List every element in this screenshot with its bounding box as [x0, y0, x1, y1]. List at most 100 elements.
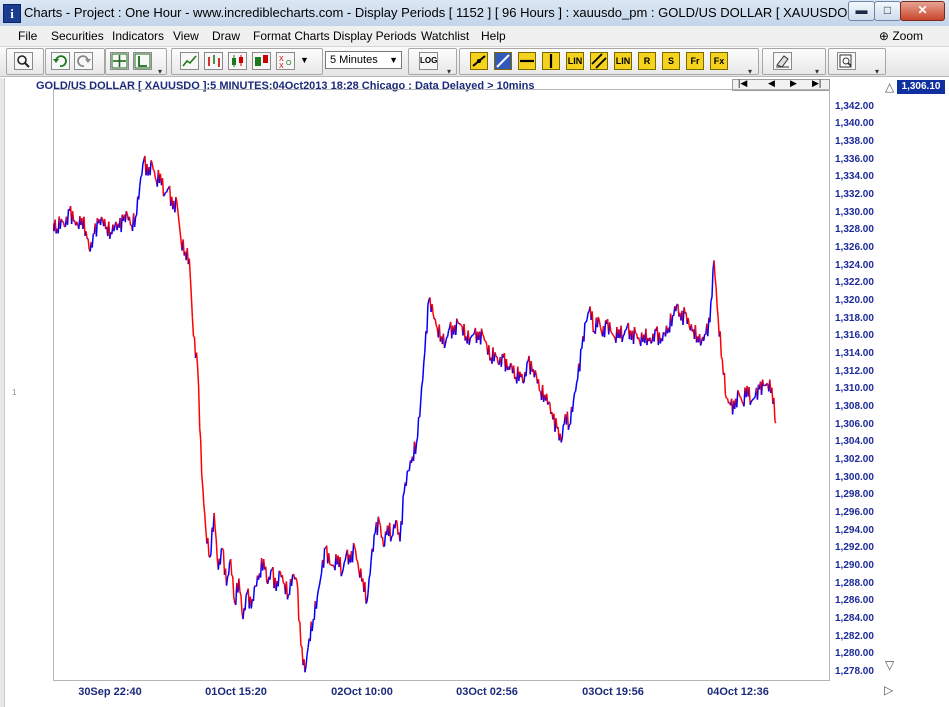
price-segment — [318, 578, 322, 586]
nav-prev-icon[interactable]: ◀ — [768, 78, 775, 89]
price-segment — [420, 379, 424, 387]
horizontal-line-icon[interactable] — [518, 52, 536, 70]
price-segment — [296, 580, 299, 590]
y-tick-label: 1,336.00 — [835, 153, 874, 165]
menu-format-charts[interactable]: Format Charts — [253, 29, 330, 43]
search-icon[interactable] — [14, 52, 33, 70]
close-button[interactable]: ✕ — [900, 1, 945, 21]
nav-next-icon[interactable]: ▶ — [790, 78, 797, 89]
bracket-icon[interactable] — [133, 52, 152, 70]
price-segment — [534, 370, 538, 376]
linear-channel-button[interactable]: LIN — [614, 52, 632, 70]
resistance-button[interactable]: R — [638, 52, 656, 70]
toolbar-group-history — [45, 48, 105, 75]
price-segment — [435, 325, 438, 328]
price-segment — [670, 315, 674, 327]
menu-view[interactable]: View — [173, 29, 199, 43]
price-segment — [210, 527, 213, 554]
price-segment — [379, 525, 383, 538]
undo-icon[interactable] — [51, 52, 70, 70]
price-segment — [612, 334, 615, 337]
price-segment — [572, 392, 576, 401]
y-tick-label: 1,300.00 — [835, 471, 874, 483]
price-segment — [200, 474, 204, 488]
linear-regression-button[interactable]: LIN — [566, 52, 584, 70]
nav-last-icon[interactable]: ▶| — [812, 78, 821, 89]
app-icon[interactable]: i — [3, 4, 21, 23]
price-segment — [149, 160, 152, 176]
price-segment — [193, 337, 197, 358]
minimize-button[interactable]: ▬ — [848, 1, 875, 21]
price-segment — [447, 327, 451, 331]
bar-chart-icon[interactable] — [204, 52, 223, 70]
equivolume-icon[interactable] — [252, 52, 271, 70]
price-segment — [419, 386, 423, 402]
y-tick-label: 1,296.00 — [835, 507, 874, 519]
y-tick-label: 1,286.00 — [835, 595, 874, 607]
price-segment — [752, 397, 755, 400]
log-scale-button[interactable]: LOG — [419, 52, 438, 70]
price-segment — [252, 586, 256, 602]
line-chart-icon[interactable] — [180, 52, 199, 70]
price-segment — [176, 202, 179, 213]
price-segment — [100, 216, 104, 221]
menu-file[interactable]: File — [18, 29, 37, 43]
scroll-up-icon[interactable]: △ — [885, 80, 894, 94]
trendline-tool-icon[interactable] — [470, 52, 488, 70]
fibonacci-retracement-button[interactable]: Fr — [686, 52, 704, 70]
price-segment — [167, 187, 170, 190]
y-tick-label: 1,332.00 — [835, 189, 874, 201]
last-price-badge: 1,306.10 — [897, 80, 945, 94]
menu-display-periods[interactable]: Display Periods — [333, 29, 416, 43]
maximize-button[interactable]: □ — [874, 1, 901, 21]
eraser-icon[interactable] — [773, 52, 792, 70]
channel-tool-icon[interactable] — [590, 52, 608, 70]
price-segment — [373, 532, 376, 536]
candlestick-icon[interactable] — [228, 52, 247, 70]
period-select[interactable]: 5 Minutes ▼ — [325, 51, 402, 69]
price-segment — [460, 324, 463, 327]
toolbar-grip[interactable]: ▾ — [158, 67, 163, 76]
price-segment — [202, 487, 205, 504]
menu-help[interactable]: Help — [481, 29, 506, 43]
point-figure-icon[interactable]: XXO — [276, 52, 295, 70]
title-bar: i Charts - Project : One Hour - www.incr… — [0, 0, 949, 27]
zoom-area-icon[interactable] — [837, 52, 856, 70]
price-segment — [562, 423, 565, 427]
price-segment — [575, 378, 579, 383]
vertical-line-icon[interactable] — [542, 52, 560, 70]
svg-text:X: X — [279, 63, 284, 69]
price-segment — [622, 334, 625, 337]
price-segment — [196, 366, 200, 387]
menu-indicators[interactable]: Indicators — [112, 29, 164, 43]
price-segment — [214, 528, 217, 540]
redo-icon[interactable] — [74, 52, 93, 70]
menu-draw[interactable]: Draw — [212, 29, 240, 43]
price-segment — [244, 595, 247, 611]
nav-first-icon[interactable]: |◀ — [738, 78, 747, 89]
price-segment — [85, 231, 88, 239]
price-segment — [150, 160, 153, 164]
price-segment — [741, 400, 744, 404]
rail-mark: 1 — [12, 388, 17, 397]
chart-type-dropdown-icon[interactable]: ▼ — [300, 55, 309, 65]
price-segment — [761, 379, 765, 387]
support-button[interactable]: S — [662, 52, 680, 70]
price-segment — [199, 439, 203, 475]
price-segment — [455, 318, 458, 336]
price-segment — [152, 169, 155, 171]
price-segment — [351, 542, 355, 563]
menu-securities[interactable]: Securities — [51, 29, 104, 43]
price-segment — [178, 221, 181, 232]
price-segment — [113, 224, 116, 232]
scroll-down-icon[interactable]: ▽ — [885, 658, 894, 672]
line-tool-icon[interactable] — [494, 52, 512, 70]
menu-watchlist[interactable]: Watchlist — [421, 29, 469, 43]
crosshair-icon[interactable] — [110, 52, 129, 70]
toolbar-grip: ▾ — [748, 67, 753, 76]
scroll-right-icon[interactable]: ▷ — [884, 683, 893, 697]
zoom-control[interactable]: ⊕ Zoom — [879, 29, 923, 43]
price-chart[interactable] — [53, 89, 830, 681]
fibonacci-extension-button[interactable]: Fx — [710, 52, 728, 70]
price-segment — [456, 318, 459, 323]
